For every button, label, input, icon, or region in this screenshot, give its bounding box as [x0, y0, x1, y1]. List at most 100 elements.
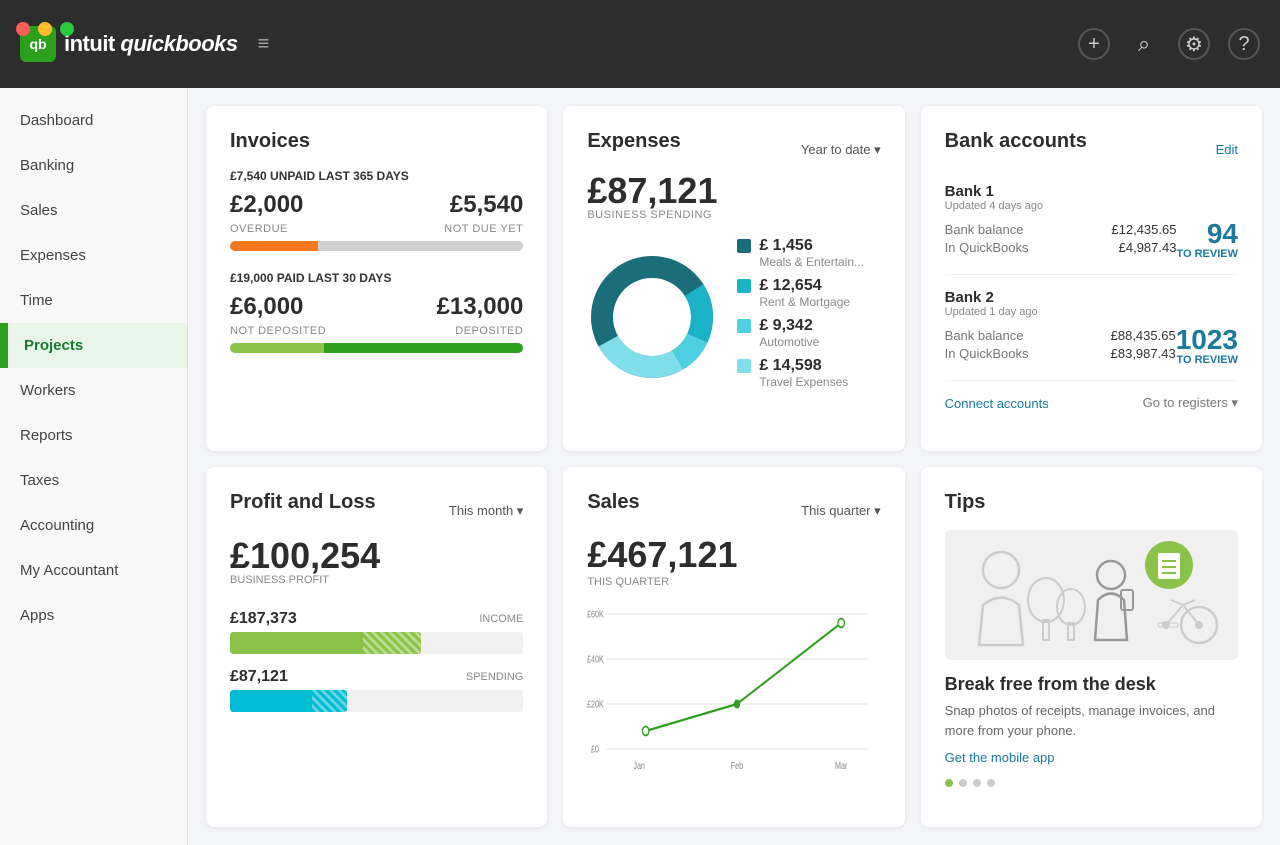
tips-mobile-link[interactable]: Get the mobile app — [945, 750, 1238, 765]
spending-bar-track — [230, 690, 523, 712]
sidebar-item-taxes[interactable]: Taxes — [0, 458, 187, 503]
connect-accounts-link[interactable]: Connect accounts — [945, 396, 1049, 411]
pl-title: Profit and Loss — [230, 491, 376, 514]
sidebar-item-accounting[interactable]: Accounting — [0, 503, 187, 548]
expenses-header: Expenses Year to date ▾ — [587, 130, 880, 169]
invoices-paid-bar — [230, 343, 523, 353]
invoices-card: Invoices £7,540 UNPAID LAST 365 DAYS £2,… — [206, 106, 547, 451]
sidebar-item-apps[interactable]: Apps — [0, 593, 187, 638]
tips-dot-4[interactable] — [987, 779, 995, 787]
svg-text:Feb: Feb — [731, 760, 743, 771]
overdue-labels: OVERDUE NOT DUE YET — [230, 223, 523, 235]
profit-loss-card: Profit and Loss This month ▾ £100,254 BU… — [206, 467, 547, 827]
sales-title: Sales — [587, 491, 639, 514]
topbar: qb intuit quickbooks ≡ + ⌕ ⚙ ? — [0, 0, 1280, 88]
topbar-right: + ⌕ ⚙ ? — [1078, 28, 1260, 60]
tips-dot-1[interactable] — [945, 779, 953, 787]
overdue-bar — [230, 241, 318, 251]
tips-card: Tips — [921, 467, 1262, 827]
legend-dot-rent — [737, 279, 751, 293]
legend-dot-auto — [737, 319, 751, 333]
sidebar-item-time[interactable]: Time — [0, 278, 187, 323]
bank2-review-badge[interactable]: 1023 TO REVIEW — [1176, 326, 1238, 366]
legend-text-travel: £ 14,598 Travel Expenses — [759, 357, 848, 389]
help-icon[interactable]: ? — [1228, 28, 1260, 60]
bank-edit-link[interactable]: Edit — [1216, 142, 1238, 157]
legend-text-auto: £ 9,342 Automotive — [759, 317, 819, 349]
close-button[interactable] — [16, 22, 30, 36]
search-icon[interactable]: ⌕ — [1128, 28, 1160, 60]
bank1-review-badge[interactable]: 94 TO REVIEW — [1176, 220, 1238, 260]
bank1-qb-row: In QuickBooks £4,987.43 — [945, 240, 1177, 255]
window-controls — [16, 22, 74, 36]
add-icon[interactable]: + — [1078, 28, 1110, 60]
go-to-registers-link[interactable]: Go to registers ▾ — [1143, 395, 1238, 411]
bank2-updated: Updated 1 day ago — [945, 306, 1238, 318]
bank1-balance-row: Bank balance £12,435.65 — [945, 222, 1177, 237]
sidebar-item-workers[interactable]: Workers — [0, 368, 187, 413]
bank2-name: Bank 2 — [945, 289, 1238, 306]
tips-dot-3[interactable] — [973, 779, 981, 787]
not-due-label: NOT DUE YET — [444, 223, 523, 235]
logo-initials: qb — [29, 36, 46, 52]
minimize-button[interactable] — [38, 22, 52, 36]
sidebar-item-my-accountant[interactable]: My Accountant — [0, 548, 187, 593]
settings-icon[interactable]: ⚙ — [1178, 28, 1210, 60]
sales-chart: £60K £40K £20K £0 Jan Feb Mar — [587, 596, 880, 776]
paid-amount: £19,000 — [230, 271, 273, 285]
sidebar-item-dashboard[interactable]: Dashboard — [0, 98, 187, 143]
overdue-label: OVERDUE — [230, 223, 288, 235]
deposited-label: DEPOSITED — [455, 325, 523, 337]
sidebar-item-projects[interactable]: Projects — [0, 323, 187, 368]
bank2-section: Bank 2 Updated 1 day ago Bank balance £8… — [945, 289, 1238, 381]
sales-sublabel: THIS QUARTER — [587, 576, 880, 588]
not-deposited-label: NOT DEPOSITED — [230, 325, 326, 337]
overdue-row: £2,000 £5,540 — [230, 191, 523, 219]
paid-label: PAID — [277, 271, 305, 285]
income-amount: £187,373 — [230, 610, 297, 628]
svg-text:£40K: £40K — [587, 653, 604, 664]
income-bar-row: £187,373 INCOME — [230, 610, 523, 654]
bank2-qb-row: In QuickBooks £83,987.43 — [945, 346, 1176, 361]
main-content: Invoices £7,540 UNPAID LAST 365 DAYS £2,… — [188, 88, 1280, 845]
not-due-bar — [318, 241, 523, 251]
unpaid-label: UNPAID — [270, 169, 315, 183]
tips-dot-2[interactable] — [959, 779, 967, 787]
connect-row: Connect accounts Go to registers ▾ — [945, 395, 1238, 411]
expenses-sublabel: BUSINESS SPENDING — [587, 209, 880, 221]
pl-filter[interactable]: This month ▾ — [449, 503, 523, 519]
sidebar-item-expenses[interactable]: Expenses — [0, 233, 187, 278]
deposited-bar — [324, 343, 523, 353]
pl-header: Profit and Loss This month ▾ — [230, 491, 523, 530]
sales-amount: £467,121 — [587, 534, 880, 576]
unpaid-summary: £7,540 UNPAID LAST 365 DAYS — [230, 169, 523, 183]
svg-text:Jan: Jan — [634, 760, 646, 771]
expenses-filter[interactable]: Year to date ▾ — [801, 142, 881, 158]
invoices-unpaid-bar — [230, 241, 523, 251]
sidebar-item-reports[interactable]: Reports — [0, 413, 187, 458]
bank-accounts-card: Bank accounts Edit Bank 1 Updated 4 days… — [921, 106, 1262, 451]
sidebar-item-sales[interactable]: Sales — [0, 188, 187, 233]
logo-text: intuit quickbooks — [64, 31, 238, 57]
income-label-row: £187,373 INCOME — [230, 610, 523, 628]
paid-period: LAST 30 DAYS — [308, 271, 392, 285]
bank2-review-text: TO REVIEW — [1176, 354, 1238, 366]
deposited-amount: £13,000 — [437, 293, 524, 321]
svg-text:£20K: £20K — [587, 698, 604, 709]
svg-text:£0: £0 — [591, 743, 599, 754]
legend-dot-meals — [737, 239, 751, 253]
legend-dot-travel — [737, 359, 751, 373]
maximize-button[interactable] — [60, 22, 74, 36]
spending-label-row: £87,121 SPENDING — [230, 668, 523, 686]
svg-text:£60K: £60K — [587, 608, 604, 619]
sales-filter[interactable]: This quarter ▾ — [801, 503, 881, 519]
bank1-name: Bank 1 — [945, 183, 1238, 200]
not-deposited-amount: £6,000 — [230, 293, 303, 321]
income-bar — [230, 632, 421, 654]
sidebar-item-banking[interactable]: Banking — [0, 143, 187, 188]
bank2-review-number: 1023 — [1176, 326, 1238, 354]
app-body: Dashboard Banking Sales Expenses Time Pr… — [0, 88, 1280, 845]
svg-text:Mar: Mar — [835, 760, 847, 771]
paid-summary: £19,000 PAID LAST 30 DAYS — [230, 271, 523, 285]
hamburger-menu[interactable]: ≡ — [258, 33, 270, 56]
